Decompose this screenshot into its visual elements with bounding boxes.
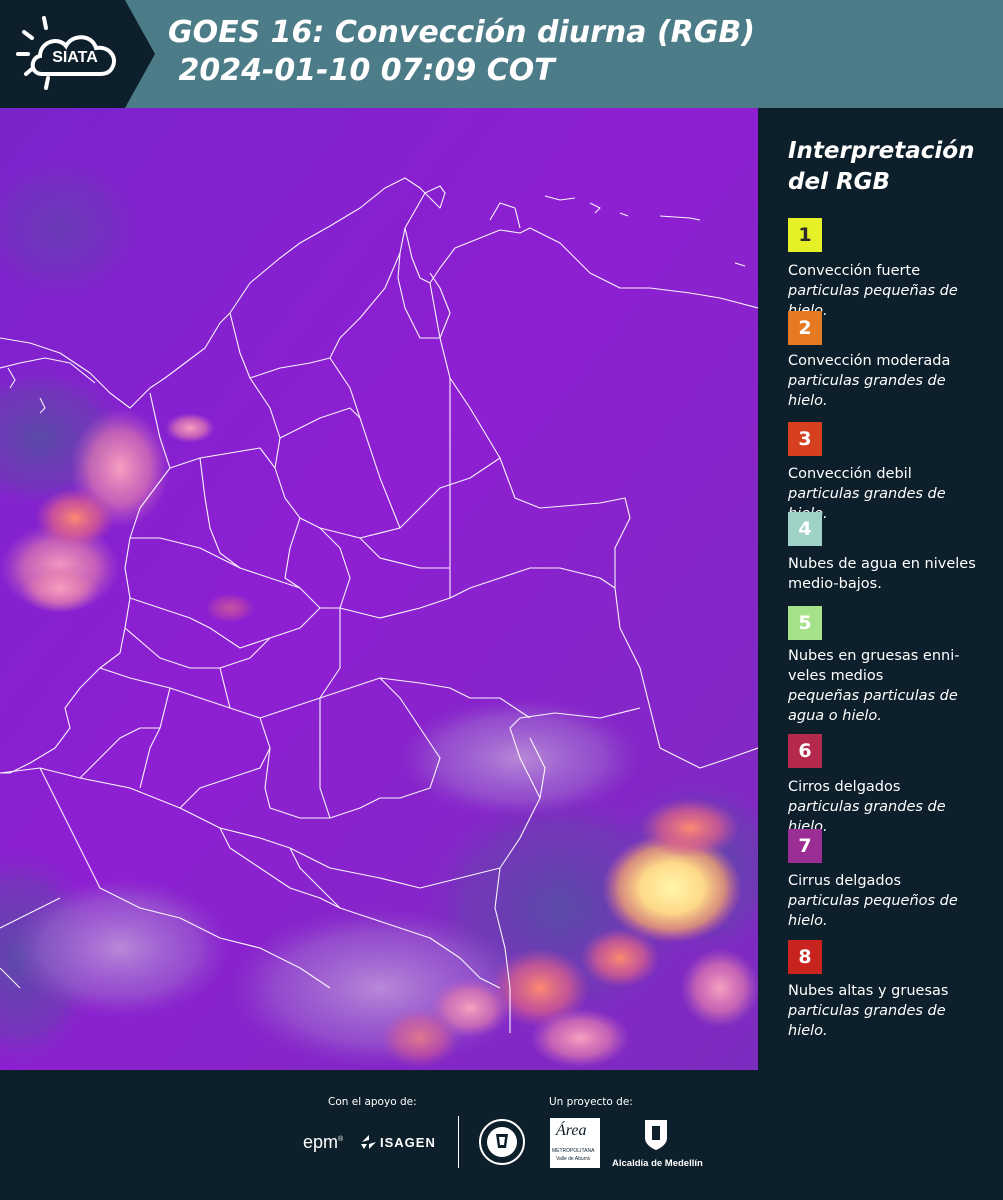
legend-label-5-sub: pequeñas particulas de agua o hielo. bbox=[788, 688, 958, 724]
legend-num-1: 1 bbox=[798, 224, 812, 246]
legend-num-8: 8 bbox=[798, 946, 812, 968]
legend-label-8-sub: particulas grandes de hielo. bbox=[788, 1003, 946, 1039]
support-label: Con el apoyo de: bbox=[328, 1096, 417, 1108]
legend-title: Interpretación del RGB bbox=[788, 138, 975, 195]
title-line-2: 2024-01-10 07:09 COT bbox=[168, 53, 555, 88]
siata-logo: SIATA bbox=[0, 0, 155, 108]
header-bar: SIATA GOES 16: Convección diurna (RGB) 2… bbox=[0, 0, 1003, 108]
footer-bar: Con el apoyo de: Un proyecto de: epm® IS… bbox=[0, 1070, 1003, 1200]
legend-label-4-main: Nubes de agua en niveles medio-bajos. bbox=[788, 556, 976, 592]
area-metropolitana-sub: METROPOLITANA bbox=[552, 1148, 595, 1154]
page-title: GOES 16: Convección diurna (RGB) 2024-01… bbox=[168, 14, 755, 90]
isagen-mark-icon bbox=[361, 1135, 376, 1149]
university-seal-logo bbox=[478, 1118, 526, 1170]
legend-swatch-8: 8 bbox=[788, 940, 822, 974]
legend-num-7: 7 bbox=[798, 835, 812, 857]
satellite-map bbox=[0, 108, 758, 1070]
legend-label-7-main: Cirrus delgados bbox=[788, 873, 902, 889]
legend-label-8: Nubes altas y gruesas particulas grandes … bbox=[788, 981, 978, 1041]
alcaldia-shield-icon bbox=[643, 1118, 669, 1156]
legend-num-4: 4 bbox=[798, 518, 812, 540]
legend-label-1-main: Convección fuerte bbox=[788, 263, 921, 279]
legend-label-7-sub: particulas pequeños de hielo. bbox=[788, 893, 958, 929]
legend-swatch-3: 3 bbox=[788, 422, 822, 456]
legend-num-5: 5 bbox=[798, 612, 812, 634]
legend-swatch-7: 7 bbox=[788, 829, 822, 863]
area-metropolitana-text: Área bbox=[556, 1122, 587, 1139]
legend-label-6: Cirros delgados particulas grandes de hie… bbox=[788, 777, 978, 837]
legend-label-5-main: Nubes en gruesas enni-veles medios bbox=[788, 648, 960, 684]
legend-panel: Interpretación del RGB 1 Convección fuer… bbox=[760, 108, 1003, 1070]
alcaldia-label: Alcaldía de Medellín bbox=[612, 1158, 703, 1169]
legend-swatch-4: 4 bbox=[788, 512, 822, 546]
epm-logo-text: epm bbox=[303, 1132, 339, 1152]
legend-label-7: Cirrus delgados particulas pequeños de hi… bbox=[788, 871, 978, 931]
legend-label-5: Nubes en gruesas enni-veles medios pequeñ… bbox=[788, 646, 978, 726]
legend-num-3: 3 bbox=[798, 428, 812, 450]
legend-label-8-main: Nubes altas y gruesas bbox=[788, 983, 949, 999]
legend-num-2: 2 bbox=[798, 317, 812, 339]
siata-logo-text: SIATA bbox=[52, 49, 98, 66]
legend-swatch-5: 5 bbox=[788, 606, 822, 640]
epm-logo: epm® bbox=[303, 1132, 344, 1152]
legend-label-3-main: Convección debil bbox=[788, 466, 912, 482]
footer-divider bbox=[458, 1116, 459, 1168]
legend-label-2-sub: particulas grandes de hielo. bbox=[788, 373, 946, 409]
legend-label-2-main: Convección moderada bbox=[788, 353, 951, 369]
legend-label-6-main: Cirros delgados bbox=[788, 779, 901, 795]
area-metropolitana-logo: Área METROPOLITANA Valle de Aburrá bbox=[550, 1118, 600, 1168]
legend-label-4: Nubes de agua en niveles medio-bajos. bbox=[788, 554, 978, 594]
legend-swatch-1: 1 bbox=[788, 218, 822, 252]
isagen-logo: ISAGEN bbox=[360, 1134, 436, 1150]
isagen-logo-text: ISAGEN bbox=[380, 1134, 436, 1150]
legend-swatch-2: 2 bbox=[788, 311, 822, 345]
legend-num-6: 6 bbox=[798, 740, 812, 762]
legend-swatch-6: 6 bbox=[788, 734, 822, 768]
legend-label-2: Convección moderada particulas grandes de… bbox=[788, 351, 978, 411]
title-line-1: GOES 16: Convección diurna (RGB) bbox=[168, 15, 755, 50]
area-metropolitana-sub2: Valle de Aburrá bbox=[556, 1156, 590, 1162]
project-label: Un proyecto de: bbox=[549, 1096, 633, 1108]
